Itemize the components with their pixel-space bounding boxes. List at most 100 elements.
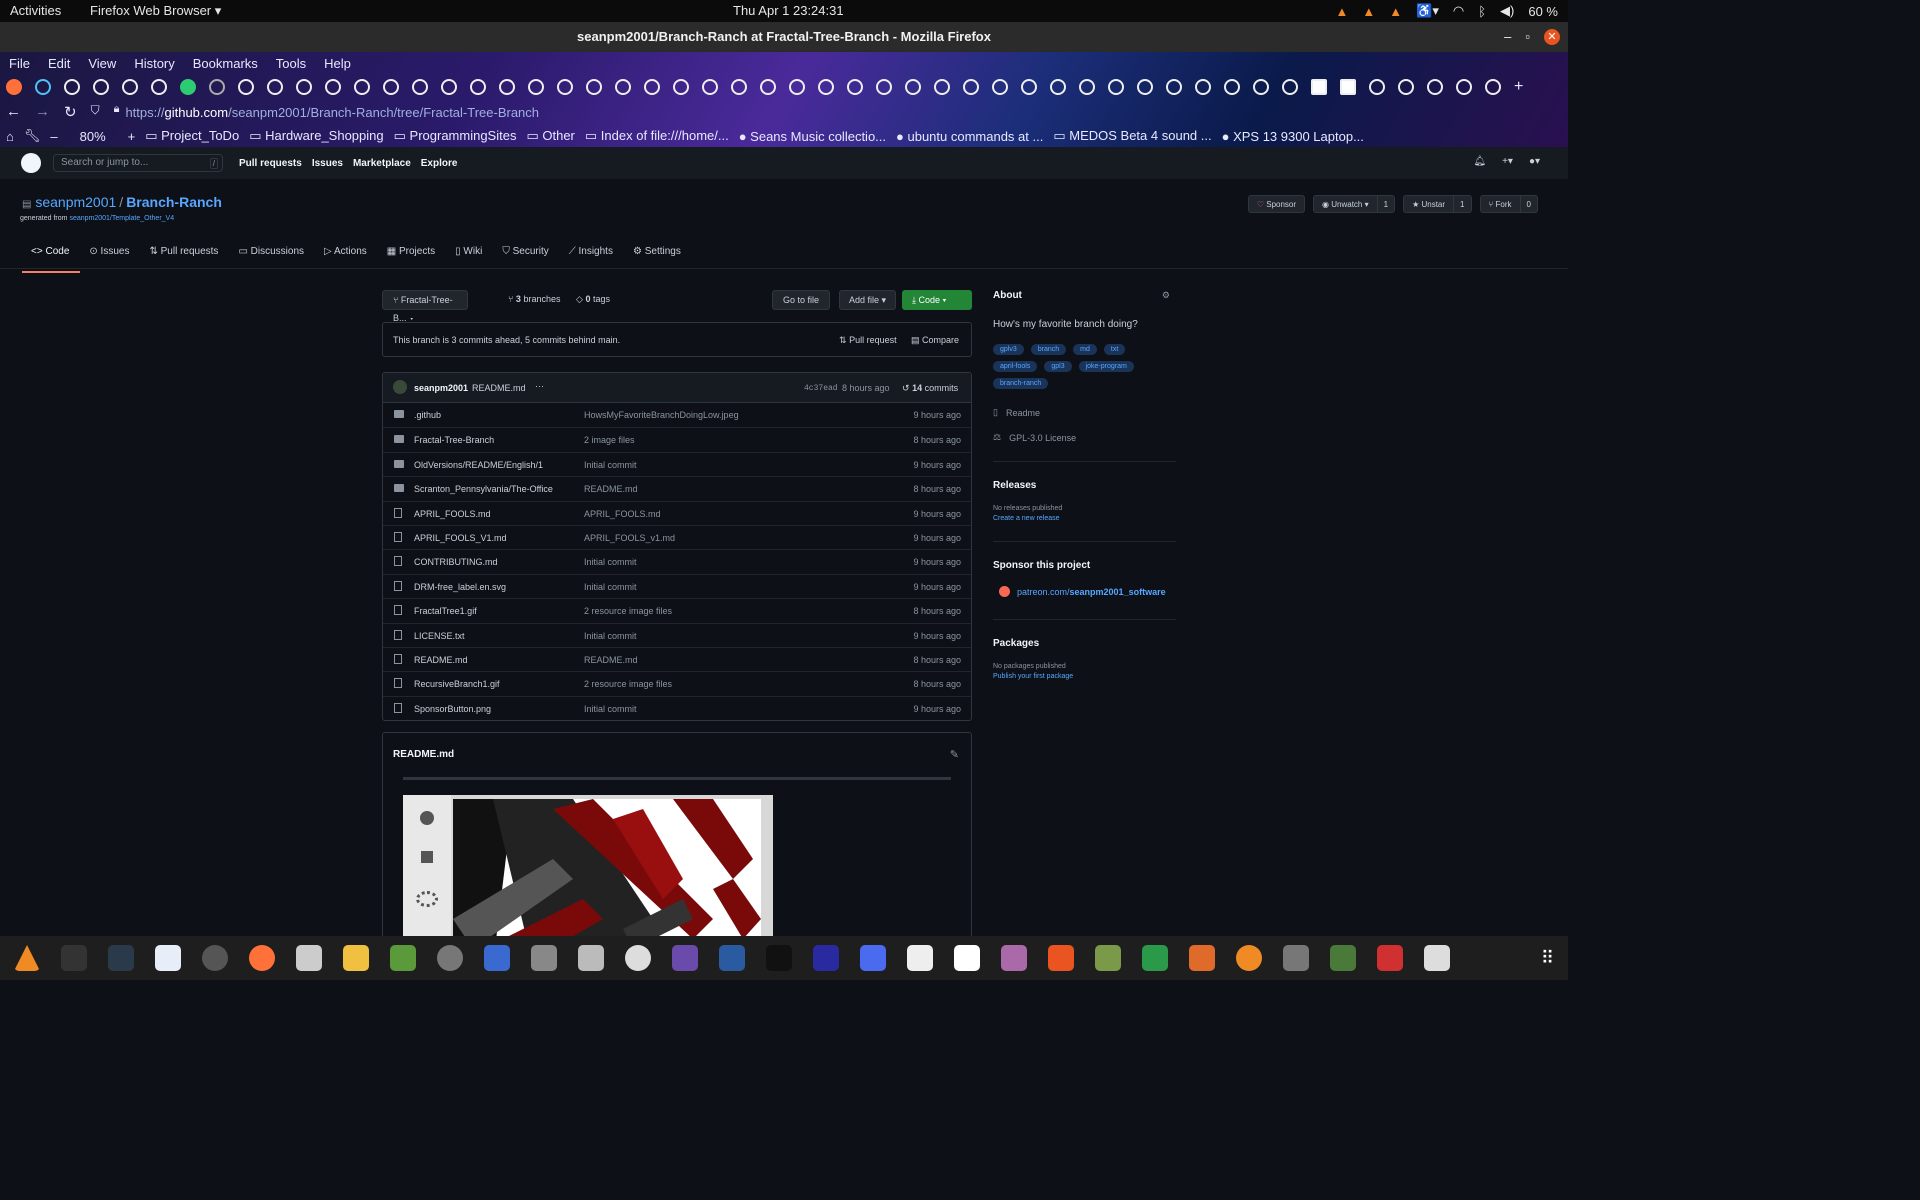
- image-viewer-icon[interactable]: [531, 945, 557, 971]
- vlc-icon[interactable]: ▲: [1389, 4, 1402, 19]
- github-tab-icon[interactable]: [441, 79, 457, 95]
- maximize-icon[interactable]: ▫: [1525, 22, 1530, 52]
- file-name[interactable]: README.md: [414, 655, 468, 665]
- github-tab-icon[interactable]: [1050, 79, 1066, 95]
- headphones-icon[interactable]: [813, 945, 839, 971]
- activities-button[interactable]: Activities: [10, 3, 61, 18]
- calculator-icon[interactable]: [343, 945, 369, 971]
- file-commit-message[interactable]: Initial commit: [584, 631, 637, 641]
- menu-bookmarks[interactable]: Bookmarks: [193, 56, 258, 71]
- file-commit-message[interactable]: Initial commit: [584, 460, 637, 470]
- menu-help[interactable]: Help: [324, 56, 351, 71]
- app-icon[interactable]: [1095, 945, 1121, 971]
- code-button[interactable]: ⤓ Code ▾: [902, 290, 972, 310]
- wrench-icon[interactable]: 🔧︎: [24, 128, 41, 144]
- github-tab-icon[interactable]: [934, 79, 950, 95]
- github-tab-icon[interactable]: [1456, 79, 1472, 95]
- file-commit-message[interactable]: HowsMyFavoriteBranchDoingLow.jpeg: [584, 410, 739, 420]
- bookmark-item[interactable]: ● Seans Music collectio...: [739, 129, 886, 144]
- terminal-icon[interactable]: [61, 945, 87, 971]
- file-name[interactable]: CONTRIBUTING.md: [414, 557, 498, 567]
- file-commit-message[interactable]: 2 resource image files: [584, 679, 672, 689]
- github-tab-icon[interactable]: [1166, 79, 1182, 95]
- file-row[interactable]: APRIL_FOOLS_V1.md APRIL_FOOLS_v1.md 9 hour…: [383, 524, 971, 549]
- github-tab-icon[interactable]: [267, 79, 283, 95]
- github-tab-icon[interactable]: [296, 79, 312, 95]
- file-row[interactable]: LICENSE.txt Initial commit 9 hours ago: [383, 622, 971, 647]
- new-tab-icon[interactable]: +: [1514, 78, 1523, 96]
- github-tab-icon[interactable]: [731, 79, 747, 95]
- github-tab-icon[interactable]: [93, 79, 109, 95]
- github-tab-icon[interactable]: [992, 79, 1008, 95]
- firefox-icon[interactable]: [249, 945, 275, 971]
- file-commit-message[interactable]: 2 resource image files: [584, 606, 672, 616]
- file-commit-message[interactable]: README.md: [584, 484, 638, 494]
- bookmark-star-icon[interactable]: ⌂: [6, 129, 14, 144]
- clock-icon[interactable]: [202, 945, 228, 971]
- commits-link[interactable]: ↺ 14 commits: [902, 383, 958, 394]
- file-name[interactable]: SponsorButton.png: [414, 704, 491, 714]
- nav-pull-requests[interactable]: Pull requests: [239, 158, 302, 169]
- screenshot-icon[interactable]: [860, 945, 886, 971]
- notifications-icon[interactable]: 🔔︎: [1473, 156, 1486, 167]
- github-tab-icon[interactable]: [1369, 79, 1385, 95]
- repo-owner-link[interactable]: seanpm2001: [35, 194, 116, 210]
- app-menu[interactable]: Firefox Web Browser ▾: [90, 3, 221, 19]
- file-name[interactable]: APRIL_FOOLS.md: [414, 509, 491, 519]
- github-tab-icon[interactable]: [615, 79, 631, 95]
- github-tab-icon[interactable]: [1021, 79, 1037, 95]
- file-row[interactable]: README.md README.md 8 hours ago: [383, 646, 971, 671]
- file-row[interactable]: Scranton_Pennsylvania/The-Office README.m…: [383, 476, 971, 500]
- topic-tag[interactable]: branch-ranch: [993, 378, 1049, 389]
- file-commit-message[interactable]: APRIL_FOOLS.md: [584, 509, 661, 519]
- lock-tab-icon[interactable]: [209, 79, 225, 95]
- file-row[interactable]: RecursiveBranch1.gif 2 resource image fil…: [383, 671, 971, 695]
- file-commit-message[interactable]: README.md: [584, 655, 638, 665]
- github-tab-icon[interactable]: [818, 79, 834, 95]
- app-icon[interactable]: [625, 945, 651, 971]
- unstar-button[interactable]: ★ Unstar 1: [1403, 195, 1472, 213]
- license-link[interactable]: ⚖ GPL-3.0 License: [993, 432, 1176, 443]
- file-row[interactable]: CONTRIBUTING.md Initial commit 9 hours ago: [383, 549, 971, 573]
- topic-tag[interactable]: gpl3: [1044, 361, 1072, 372]
- file-row[interactable]: DRM-free_label.en.svg Initial commit 9 hou…: [383, 573, 971, 598]
- template-link[interactable]: seanpm2001/Template_Other_V4: [69, 215, 174, 222]
- app-icon[interactable]: [1424, 945, 1450, 971]
- tab-discussions[interactable]: ▭ Discussions: [229, 243, 315, 273]
- app-icon[interactable]: [390, 945, 416, 971]
- show-apps-icon[interactable]: ⠿: [1541, 948, 1554, 969]
- github-tab-icon[interactable]: [383, 79, 399, 95]
- fork-count[interactable]: 0: [1519, 196, 1537, 212]
- file-row[interactable]: FractalTree1.gif 2 resource image files 8 …: [383, 598, 971, 622]
- add-file-button[interactable]: Add file ▾: [839, 290, 897, 310]
- system-monitor-icon[interactable]: [108, 945, 134, 971]
- search-input[interactable]: Search or jump to... /: [53, 154, 223, 172]
- topic-tag[interactable]: april-fools: [993, 361, 1038, 372]
- spreadsheet-icon[interactable]: [1142, 945, 1168, 971]
- app-icon[interactable]: [907, 945, 933, 971]
- tab-security[interactable]: ⛉ Security: [493, 243, 559, 273]
- file-name[interactable]: APRIL_FOOLS_V1.md: [414, 533, 507, 543]
- gear-icon[interactable]: ⚙: [1162, 290, 1170, 301]
- firefox-tab-icon[interactable]: [6, 79, 22, 95]
- github-tab-icon[interactable]: [963, 79, 979, 95]
- github-tab-icon[interactable]: [673, 79, 689, 95]
- github-tab-icon[interactable]: [1282, 79, 1298, 95]
- repo-name-link[interactable]: Branch-Ranch: [126, 194, 222, 210]
- branches-link[interactable]: ⑂ 3 branches: [508, 294, 560, 304]
- typora-icon[interactable]: [954, 945, 980, 971]
- bookmark-item[interactable]: ▭ Hardware_Shopping: [249, 128, 383, 144]
- gimp-icon[interactable]: [1283, 945, 1309, 971]
- avatar[interactable]: [393, 380, 407, 394]
- github-tab-icon[interactable]: [325, 79, 341, 95]
- github-tab-icon[interactable]: [1398, 79, 1414, 95]
- settings-icon[interactable]: [437, 945, 463, 971]
- tab-wiki[interactable]: ▯ Wiki: [446, 243, 493, 273]
- tab-pull-requests[interactable]: ⇅ Pull requests: [140, 243, 229, 273]
- tab-code[interactable]: <> Code: [22, 243, 81, 273]
- github-tab-icon[interactable]: [905, 79, 921, 95]
- tab-actions[interactable]: ▷ Actions: [315, 243, 378, 273]
- nav-explore[interactable]: Explore: [421, 158, 458, 169]
- mario-icon[interactable]: [1377, 945, 1403, 971]
- document-icon[interactable]: [484, 945, 510, 971]
